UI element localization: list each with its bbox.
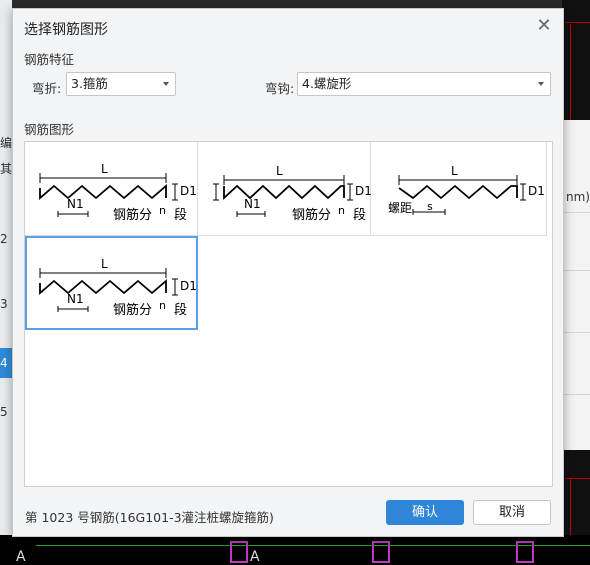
spiral-stirrup-diagram: L D1 N1 钢筋分 n 段 — [39, 257, 196, 318]
shape-option-1[interactable]: L D1 N1 钢筋分 n 段 — [25, 142, 198, 236]
bg-row-number-selected[interactable]: 4 — [0, 348, 12, 378]
hook-label: 弯钩: — [265, 81, 295, 96]
rebar-shapes-heading: 钢筋图形 — [24, 122, 75, 137]
n1-label: N1 — [244, 197, 261, 211]
segment-text: 钢筋分 — [113, 207, 152, 223]
spiral-stirrup-diagram: L D1 N1 钢筋分 n 段 — [213, 164, 371, 223]
d1-label: D1 — [528, 184, 545, 198]
bg-right-column-header: nm) — [566, 190, 590, 204]
bg-left-partial-label-1: 编 — [0, 136, 13, 150]
length-label: L — [101, 162, 108, 176]
segment-suffix: 段 — [174, 208, 187, 223]
cad-red-line — [570, 24, 571, 120]
length-label: L — [451, 164, 458, 178]
shape-option-4-selected[interactable]: L D1 N1 钢筋分 n 段 — [25, 236, 198, 330]
cancel-button[interactable]: 取消 — [473, 500, 551, 525]
segment-suffix: 段 — [353, 208, 366, 223]
n1-label: N1 — [67, 197, 84, 211]
background-cad-canvas-bottom: A A — [0, 535, 590, 565]
pitch-label: 螺距 — [388, 201, 412, 215]
background-right-table: nm) — [562, 120, 590, 450]
hook-select[interactable]: 4.螺旋形 — [297, 72, 551, 96]
hook-select-value: 4.螺旋形 — [302, 76, 352, 91]
n-label: n — [159, 299, 166, 312]
spiral-stirrup-diagram: L D1 N1 钢筋分 n 段 — [39, 162, 197, 223]
spiral-pitch-diagram: L D1 螺距 s — [388, 164, 545, 215]
n1-label: N1 — [67, 292, 84, 306]
bg-row-number[interactable]: 5 — [0, 405, 12, 419]
shape-option-3[interactable]: L D1 螺距 s — [371, 142, 547, 236]
s-label: s — [427, 200, 433, 213]
rebar-features-heading: 钢筋特征 — [24, 52, 75, 67]
bend-label: 弯折: — [32, 81, 62, 96]
cad-red-line — [570, 478, 571, 535]
bg-axis-letter: A — [16, 549, 26, 565]
bg-row-number[interactable]: 3 — [0, 297, 12, 311]
d1-label: D1 — [180, 279, 196, 293]
bg-row-number[interactable]: 2 — [0, 232, 12, 246]
dialog-title: 选择钢筋图形 — [24, 22, 108, 38]
segment-text: 钢筋分 — [113, 302, 152, 318]
bend-select-value: 3.箍筋 — [71, 76, 108, 91]
bg-axis-letter: A — [250, 549, 260, 565]
select-rebar-shape-dialog: 选择钢筋图形 ✕ 钢筋特征 弯折: 3.箍筋 弯钩: 4.螺旋形 钢筋图形 L … — [12, 8, 564, 537]
length-label: L — [276, 164, 283, 178]
rebar-number-status: 第 1023 号钢筋(16G101-3灌注桩螺旋箍筋) — [25, 510, 274, 525]
segment-text: 钢筋分 — [292, 207, 331, 223]
n-label: n — [159, 204, 166, 217]
shape-option-2[interactable]: L D1 N1 钢筋分 n 段 — [198, 142, 371, 236]
rebar-shape-gallery: L D1 N1 钢筋分 n 段 L D1 N1 钢筋分 n 段 L D1 螺距 … — [24, 141, 553, 487]
chevron-down-icon — [163, 82, 169, 86]
d1-label: D1 — [180, 184, 197, 198]
length-label: L — [101, 257, 108, 271]
close-icon[interactable]: ✕ — [535, 17, 553, 35]
bend-select[interactable]: 3.箍筋 — [66, 72, 176, 96]
d1-label: D1 — [355, 184, 371, 198]
cad-red-line — [566, 22, 590, 23]
n-label: n — [338, 204, 345, 217]
chevron-down-icon — [538, 82, 544, 86]
segment-suffix: 段 — [174, 303, 187, 318]
confirm-button[interactable]: 确认 — [386, 500, 464, 525]
background-left-panel — [0, 0, 12, 565]
bg-left-partial-label-2: 其 — [0, 162, 13, 176]
